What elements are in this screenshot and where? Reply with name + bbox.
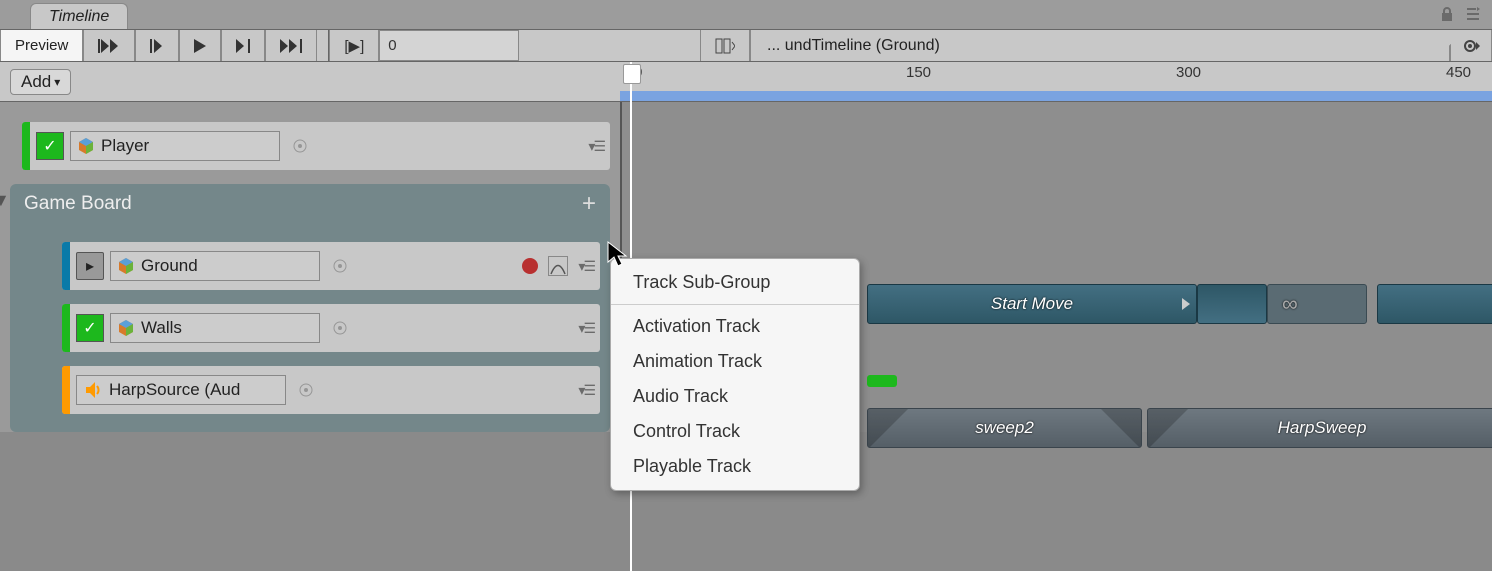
menu-activation-track[interactable]: Activation Track xyxy=(611,309,859,344)
track-menu-icon[interactable]: ▾☰ xyxy=(578,320,594,337)
goto-start-button[interactable] xyxy=(83,30,135,61)
gear-icon xyxy=(1461,36,1481,56)
binding-field[interactable]: HarpSource (Aud xyxy=(76,375,286,405)
cube-icon xyxy=(117,257,135,275)
ruler-range-bar xyxy=(620,91,1492,101)
cube-icon xyxy=(77,137,95,155)
preview-button[interactable]: Preview xyxy=(0,30,83,61)
track-color xyxy=(62,304,70,352)
add-sub-track-button[interactable]: + xyxy=(582,190,596,218)
clip-infinite[interactable] xyxy=(1267,284,1367,324)
cube-icon xyxy=(117,319,135,337)
foldout-icon[interactable]: ▼ xyxy=(0,190,10,211)
track-ground[interactable]: ▸ Ground ▾☰ xyxy=(62,242,600,290)
clip-start-move[interactable]: Start Move xyxy=(867,284,1197,324)
clip-blend[interactable] xyxy=(1197,284,1267,324)
track-player[interactable]: ✓ Player ▾☰ xyxy=(22,122,610,170)
track-menu-icon[interactable]: ▾☰ xyxy=(588,138,604,155)
panel-menu-icon[interactable] xyxy=(1464,6,1482,22)
prev-frame-button[interactable] xyxy=(135,30,179,61)
binding-field[interactable]: Walls xyxy=(110,313,320,343)
time-ruler[interactable]: 0 150 300 450 xyxy=(620,62,1492,101)
track-color xyxy=(62,242,70,290)
edit-mode-button[interactable] xyxy=(700,30,750,61)
next-frame-button[interactable] xyxy=(221,30,265,61)
play-range-button[interactable]: [▶] xyxy=(329,30,379,61)
target-icon xyxy=(298,382,314,398)
speaker-icon xyxy=(83,380,103,400)
chevron-down-icon: ▾ xyxy=(54,75,60,89)
add-track-button[interactable]: Add▾ xyxy=(10,69,71,95)
clip-segment[interactable] xyxy=(1377,284,1492,324)
tab-timeline[interactable]: Timeline xyxy=(30,3,128,29)
track-color xyxy=(22,122,30,170)
group-header[interactable]: Game Board + xyxy=(10,184,610,224)
track-walls[interactable]: ✓ Walls ▾☰ xyxy=(62,304,600,352)
track-menu-icon[interactable]: ▾☰ xyxy=(578,382,594,399)
target-icon xyxy=(292,138,308,154)
lock-icon[interactable] xyxy=(1438,6,1456,22)
clip-harpsweep[interactable]: HarpSweep xyxy=(1147,408,1492,448)
binding-field[interactable]: Player xyxy=(70,131,280,161)
lane-player xyxy=(622,122,1492,170)
menu-audio-track[interactable]: Audio Track xyxy=(611,379,859,414)
track-list: ✓ Player ▾☰ ▼ Game Board + ▸ xyxy=(0,102,620,432)
ruler-labels: 0 150 300 450 xyxy=(620,64,1492,82)
target-icon xyxy=(332,320,348,336)
playback-toolbar: Preview [▶] 0 ... undTimeline (Ground) xyxy=(0,30,1492,62)
animation-icon[interactable]: ▸ xyxy=(76,252,104,280)
track-color xyxy=(62,366,70,414)
menu-track-sub-group[interactable]: Track Sub-Group xyxy=(611,265,859,300)
add-track-context-menu: Track Sub-Group Activation Track Animati… xyxy=(610,258,860,491)
frame-field[interactable]: 0 xyxy=(379,30,519,61)
timeline-breadcrumb[interactable]: ... undTimeline (Ground) xyxy=(750,30,1450,61)
binding-field[interactable]: Ground xyxy=(110,251,320,281)
menu-separator xyxy=(611,304,859,305)
track-group-game-board: ▼ Game Board + ▸ Ground ▾ xyxy=(10,184,610,432)
target-icon xyxy=(332,258,348,274)
activation-toggle[interactable]: ✓ xyxy=(36,132,64,160)
menu-animation-track[interactable]: Animation Track xyxy=(611,344,859,379)
clip-ease-icon xyxy=(1182,298,1190,310)
play-button[interactable] xyxy=(179,30,221,61)
clip-sweep2[interactable]: sweep2 xyxy=(867,408,1142,448)
clip-activation[interactable] xyxy=(867,375,897,387)
curves-button[interactable] xyxy=(548,256,568,276)
window-tab-bar: Timeline xyxy=(0,0,1492,30)
track-header-row: Add▾ 0 150 300 450 xyxy=(0,62,1492,102)
record-button[interactable] xyxy=(522,258,538,274)
menu-playable-track[interactable]: Playable Track xyxy=(611,449,859,484)
track-menu-icon[interactable]: ▾☰ xyxy=(578,258,594,275)
menu-control-track[interactable]: Control Track xyxy=(611,414,859,449)
track-harpsource[interactable]: HarpSource (Aud ▾☰ xyxy=(62,366,600,414)
goto-end-button[interactable] xyxy=(265,30,317,61)
activation-toggle[interactable]: ✓ xyxy=(76,314,104,342)
tab-label: Timeline xyxy=(49,8,109,26)
